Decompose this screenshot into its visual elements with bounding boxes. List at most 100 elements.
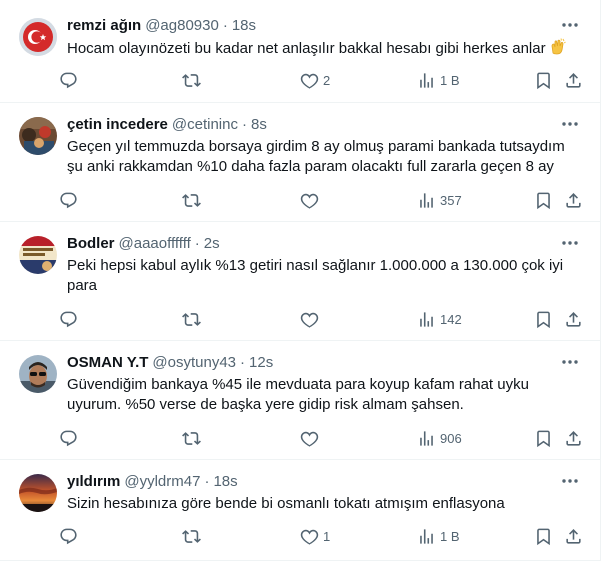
retweet-icon: [182, 529, 201, 543]
user-handle[interactable]: @osytuny43: [152, 354, 236, 371]
user-handle[interactable]: @yyldrm47: [124, 473, 200, 490]
separator: ·: [240, 353, 246, 371]
bookmark-button[interactable]: [534, 183, 553, 217]
like-button[interactable]: [300, 183, 323, 217]
user-handle[interactable]: @cetininc: [172, 116, 238, 133]
reply-button[interactable]: [59, 302, 82, 336]
separator: ·: [222, 16, 228, 34]
share-icon: [566, 192, 581, 208]
share-button[interactable]: [564, 519, 583, 553]
poster-avatar-image: [19, 236, 57, 274]
more-icon[interactable]: [560, 234, 580, 252]
reply-icon: [60, 311, 77, 327]
timestamp[interactable]: 18s: [213, 473, 237, 490]
avatar[interactable]: [19, 117, 57, 155]
reply-button[interactable]: [59, 421, 82, 455]
views-button[interactable]: 142: [417, 302, 462, 336]
share-icon: [566, 311, 581, 327]
avatar[interactable]: [19, 18, 57, 56]
reply-icon: [60, 192, 77, 208]
avatar[interactable]: [19, 474, 57, 512]
more-icon[interactable]: [560, 472, 580, 490]
retweet-button[interactable]: [182, 421, 205, 455]
share-icon: [566, 430, 581, 446]
view-count: 1 B: [440, 72, 460, 88]
share-button[interactable]: [564, 421, 583, 455]
tweet[interactable]: Bodler @aaaoffffff · 2s Peki hepsi kabul…: [0, 222, 600, 341]
views-chart-icon: [420, 311, 433, 327]
bookmark-button[interactable]: [534, 519, 553, 553]
like-button[interactable]: [300, 421, 323, 455]
views-button[interactable]: 906: [417, 421, 462, 455]
share-icon: [566, 528, 581, 544]
retweet-button[interactable]: [182, 302, 205, 336]
display-name[interactable]: OSMAN Y.T: [67, 354, 148, 371]
share-button[interactable]: [564, 63, 583, 97]
bookmark-button[interactable]: [534, 63, 553, 97]
separator: ·: [204, 472, 210, 490]
share-icon: [566, 72, 581, 88]
heart-icon: [300, 431, 319, 447]
heart-icon: [300, 312, 319, 328]
bookmark-button[interactable]: [534, 302, 553, 336]
display-name[interactable]: remzi ağın: [67, 17, 141, 34]
like-button[interactable]: 2: [300, 63, 330, 97]
views-button[interactable]: 1 B: [417, 519, 460, 553]
like-button[interactable]: 1: [300, 519, 330, 553]
separator: ·: [194, 234, 200, 252]
display-name[interactable]: yıldırım: [67, 473, 120, 490]
tweet-text-container: Hocam olayınözeti bu kadar net anlaşılır…: [67, 38, 574, 62]
bookmark-icon: [537, 311, 550, 328]
share-button[interactable]: [564, 302, 583, 336]
reply-button[interactable]: [59, 183, 82, 217]
user-handle[interactable]: @aaaoffffff: [119, 235, 191, 252]
retweet-button[interactable]: [182, 183, 205, 217]
tweet[interactable]: yıldırım @yyldrm47 · 18s Sizin hesabınız…: [0, 460, 600, 561]
views-chart-icon: [420, 430, 433, 446]
view-count: 906: [440, 430, 462, 446]
avatar[interactable]: [19, 355, 57, 393]
views-button[interactable]: 357: [417, 183, 462, 217]
reply-button[interactable]: [59, 63, 82, 97]
timestamp[interactable]: 8s: [251, 116, 267, 133]
timestamp[interactable]: 12s: [249, 354, 273, 371]
retweet-icon: [182, 312, 201, 326]
retweet-icon: [182, 431, 201, 445]
view-count: 357: [440, 192, 462, 208]
timestamp[interactable]: 18s: [232, 17, 256, 34]
retweet-button[interactable]: [182, 63, 205, 97]
more-icon[interactable]: [560, 353, 580, 371]
heart-icon: [300, 529, 319, 545]
tweet-actions: 357: [59, 183, 592, 217]
like-button[interactable]: [300, 302, 323, 336]
share-button[interactable]: [564, 183, 583, 217]
tweet[interactable]: çetin incedere @cetininc · 8s Geçen yıl …: [0, 103, 600, 222]
display-name[interactable]: çetin incedere: [67, 116, 168, 133]
retweet-button[interactable]: [182, 519, 205, 553]
tweet-text: Peki hepsi kabul aylık %13 getiri nasıl …: [67, 257, 564, 294]
tweet-header: yıldırım @yyldrm47 · 18s: [67, 471, 580, 491]
avatar[interactable]: [19, 236, 57, 274]
tweet[interactable]: OSMAN Y.T @osytuny43 · 12s Güvendiğim ba…: [0, 341, 600, 460]
bookmark-icon: [537, 430, 550, 447]
views-button[interactable]: 1 B: [417, 63, 460, 97]
tweet-text: Hocam olayınözeti bu kadar net anlaşılır…: [67, 40, 546, 57]
retweet-icon: [182, 73, 201, 87]
tweet-actions: 142: [59, 302, 592, 336]
tweet-header: remzi ağın @ag80930 · 18s: [67, 15, 580, 35]
views-chart-icon: [420, 192, 433, 208]
bookmark-icon: [537, 72, 550, 89]
reply-icon: [60, 72, 77, 88]
retweet-icon: [182, 193, 201, 207]
more-icon[interactable]: [560, 16, 580, 34]
heart-icon: [300, 73, 319, 89]
more-icon[interactable]: [560, 115, 580, 133]
display-name[interactable]: Bodler: [67, 235, 115, 252]
tweet-header: OSMAN Y.T @osytuny43 · 12s: [67, 352, 580, 372]
timestamp[interactable]: 2s: [204, 235, 220, 252]
tweet[interactable]: remzi ağın @ag80930 · 18s Hocam olayınöz…: [0, 0, 600, 103]
user-handle[interactable]: @ag80930: [145, 17, 219, 34]
bookmark-button[interactable]: [534, 421, 553, 455]
heart-icon: [300, 193, 319, 209]
reply-button[interactable]: [59, 519, 82, 553]
